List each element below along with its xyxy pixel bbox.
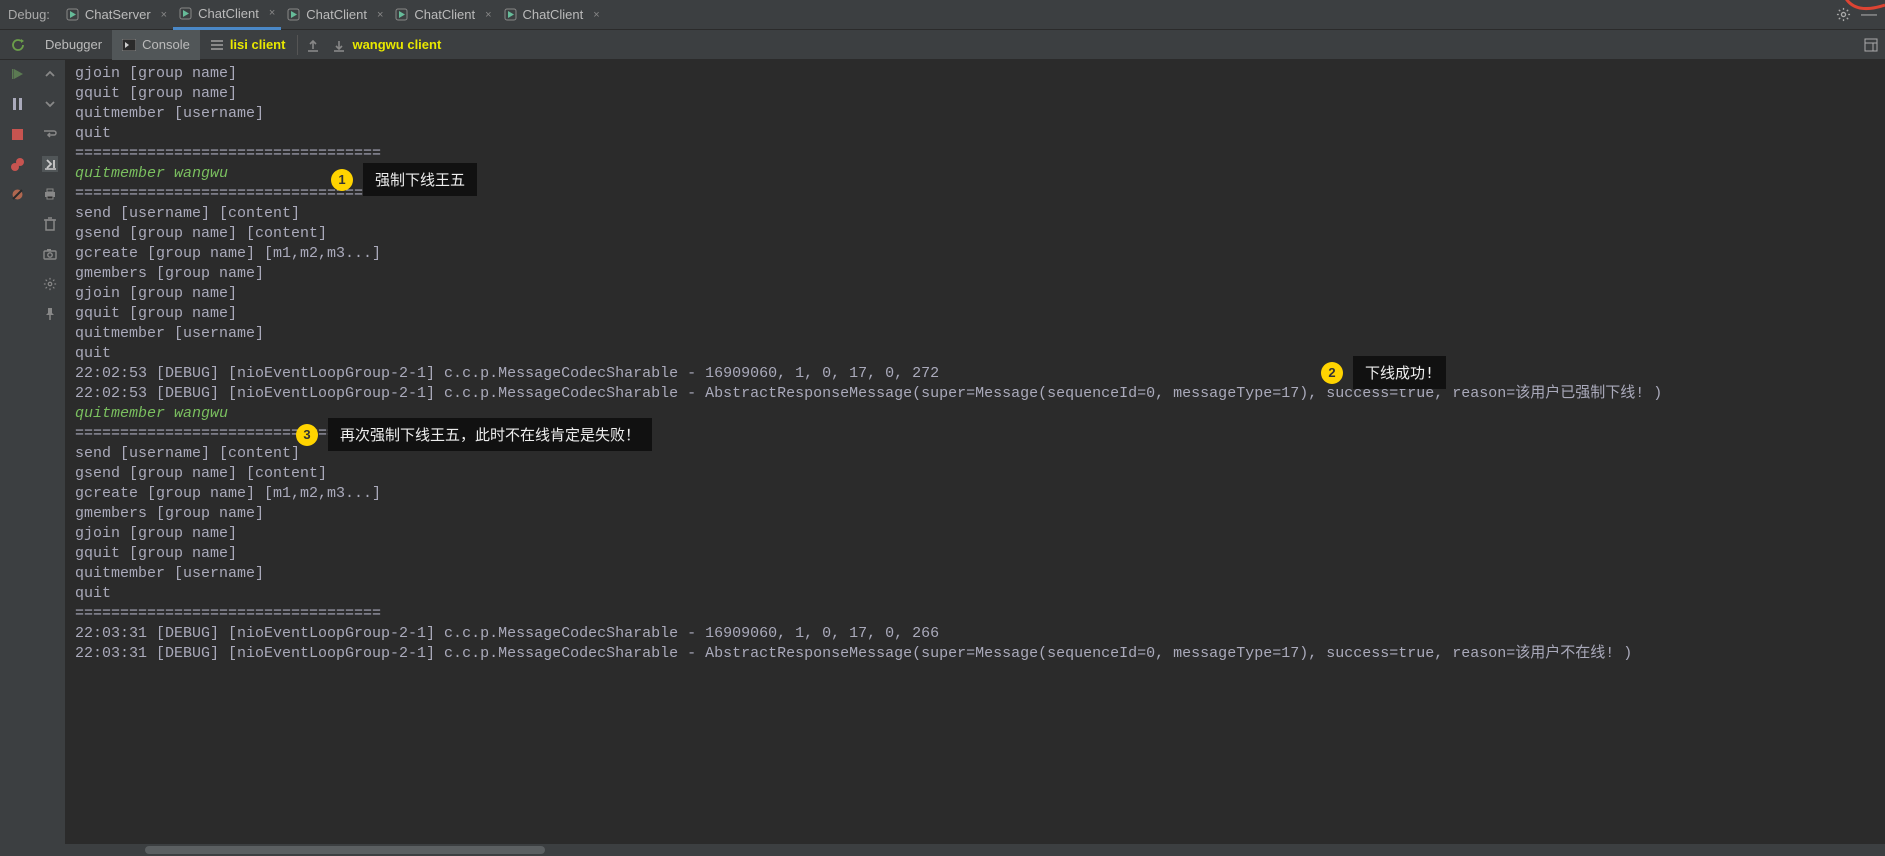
close-icon[interactable]: × (485, 9, 491, 21)
tab-chatclient-2[interactable]: ChatClient × (281, 0, 389, 30)
console-line: 22:03:31 [DEBUG] [nioEventLoopGroup-2-1]… (75, 644, 1885, 664)
step-into-button[interactable]: wangwu client (326, 30, 447, 60)
console-line: gsend [group name] [content] (75, 224, 1885, 244)
export-down-icon (332, 38, 346, 52)
print-icon[interactable] (42, 186, 58, 202)
tab-label: ChatServer (85, 7, 151, 22)
tab-chatserver[interactable]: ChatServer × (60, 0, 173, 30)
annotation-text: 再次强制下线王五，此时不在线肯定是失败！ (328, 418, 652, 451)
tab-label: ChatClient (523, 7, 584, 22)
console-line: quit (75, 124, 1885, 144)
pause-icon[interactable] (10, 96, 26, 112)
console-line: ================================== (75, 604, 1885, 624)
console-line: 22:03:31 [DEBUG] [nioEventLoopGroup-2-1]… (75, 624, 1885, 644)
console-line: quitmember [username] (75, 104, 1885, 124)
console-icon (122, 39, 136, 51)
console-label: Console (142, 37, 190, 52)
console-line: gjoin [group name] (75, 284, 1885, 304)
run-config-icon (179, 7, 192, 20)
external-overlay-fragment (1845, 0, 1885, 17)
wangwu-client-label: wangwu client (352, 37, 441, 52)
console-line: ================================== (75, 144, 1885, 164)
console-line: gquit [group name] (75, 84, 1885, 104)
debug-main-area: gjoin [group name]gquit [group name]quit… (0, 60, 1885, 856)
annotation-text: 下线成功! (1353, 356, 1446, 389)
close-icon[interactable]: × (377, 9, 383, 21)
console-panel: gjoin [group name]gquit [group name]quit… (65, 60, 1885, 856)
annotation-3: 3 再次强制下线王五，此时不在线肯定是失败！ (296, 418, 652, 451)
lisi-client-label: lisi client (230, 37, 286, 52)
clear-all-icon[interactable] (42, 216, 58, 232)
console-line: gjoin [group name] (75, 64, 1885, 84)
console-line: gcreate [group name] [m1,m2,m3...] (75, 484, 1885, 504)
toolbar-divider (297, 35, 298, 55)
left-run-gutter (0, 60, 35, 856)
view-breakpoints-icon[interactable] (10, 156, 26, 172)
screenshot-icon[interactable] (42, 246, 58, 262)
close-icon[interactable]: × (269, 7, 275, 19)
console-line: gmembers [group name] (75, 504, 1885, 524)
scroll-up-icon[interactable] (42, 66, 58, 82)
run-config-icon (504, 8, 517, 21)
soft-wrap-icon[interactable] (42, 126, 58, 142)
console-line: quit (75, 584, 1885, 604)
annotation-badge: 1 (331, 169, 353, 191)
stop-icon[interactable] (10, 126, 26, 142)
debug-label: Debug: (0, 7, 60, 22)
run-config-icon (66, 8, 79, 21)
run-config-icon (287, 8, 300, 21)
console-line: gcreate [group name] [m1,m2,m3...] (75, 244, 1885, 264)
debug-tab-bar: Debug: ChatServer × ChatClient × ChatCli… (0, 0, 1885, 30)
tab-chatclient-4[interactable]: ChatClient × (498, 0, 606, 30)
console-line: quit (75, 344, 1885, 364)
console-tab-button[interactable]: Console (112, 30, 200, 60)
console-line: gjoin [group name] (75, 524, 1885, 544)
annotation-badge: 2 (1321, 362, 1343, 384)
scroll-to-end-icon[interactable] (42, 156, 58, 172)
rerun-icon[interactable] (10, 37, 26, 53)
console-line: gquit [group name] (75, 304, 1885, 324)
close-icon[interactable]: × (161, 9, 167, 21)
console-line: 22:02:53 [DEBUG] [nioEventLoopGroup-2-1]… (75, 384, 1885, 404)
export-up-icon (306, 38, 320, 52)
annotation-badge: 3 (296, 424, 318, 446)
debugger-label: Debugger (45, 37, 102, 52)
tab-label: ChatClient (198, 6, 259, 21)
console-line: quitmember [username] (75, 324, 1885, 344)
debugger-tab-button[interactable]: Debugger (35, 30, 112, 60)
pin-icon[interactable] (42, 306, 58, 322)
console-line: 22:02:53 [DEBUG] [nioEventLoopGroup-2-1]… (75, 364, 1885, 384)
run-config-icon (395, 8, 408, 21)
close-icon[interactable]: × (593, 9, 599, 21)
mute-breakpoints-icon[interactable] (10, 186, 26, 202)
tab-chatclient-1[interactable]: ChatClient × (173, 0, 281, 30)
horizontal-scrollbar[interactable] (65, 844, 1885, 856)
annotation-1: 1 强制下线王五 (331, 163, 477, 196)
tab-label: ChatClient (414, 7, 475, 22)
scroll-down-icon[interactable] (42, 96, 58, 112)
annotation-text: 强制下线王五 (363, 163, 477, 196)
layout-settings-icon[interactable] (1863, 37, 1879, 53)
resume-icon[interactable] (10, 66, 26, 82)
threads-button[interactable]: lisi client (200, 30, 296, 60)
tab-label: ChatClient (306, 7, 367, 22)
step-out-button[interactable] (300, 30, 326, 60)
debug-toolbar: Debugger Console lisi client wangwu clie… (0, 30, 1885, 60)
tab-chatclient-3[interactable]: ChatClient × (389, 0, 497, 30)
console-line: quitmember [username] (75, 564, 1885, 584)
console-line: send [username] [content] (75, 204, 1885, 224)
left-console-gutter (35, 60, 65, 856)
console-line: gquit [group name] (75, 544, 1885, 564)
annotation-2: 2 下线成功! (1321, 356, 1446, 389)
console-line: gsend [group name] [content] (75, 464, 1885, 484)
threads-icon (210, 39, 224, 51)
settings-icon[interactable] (42, 276, 58, 292)
console-line: gmembers [group name] (75, 264, 1885, 284)
